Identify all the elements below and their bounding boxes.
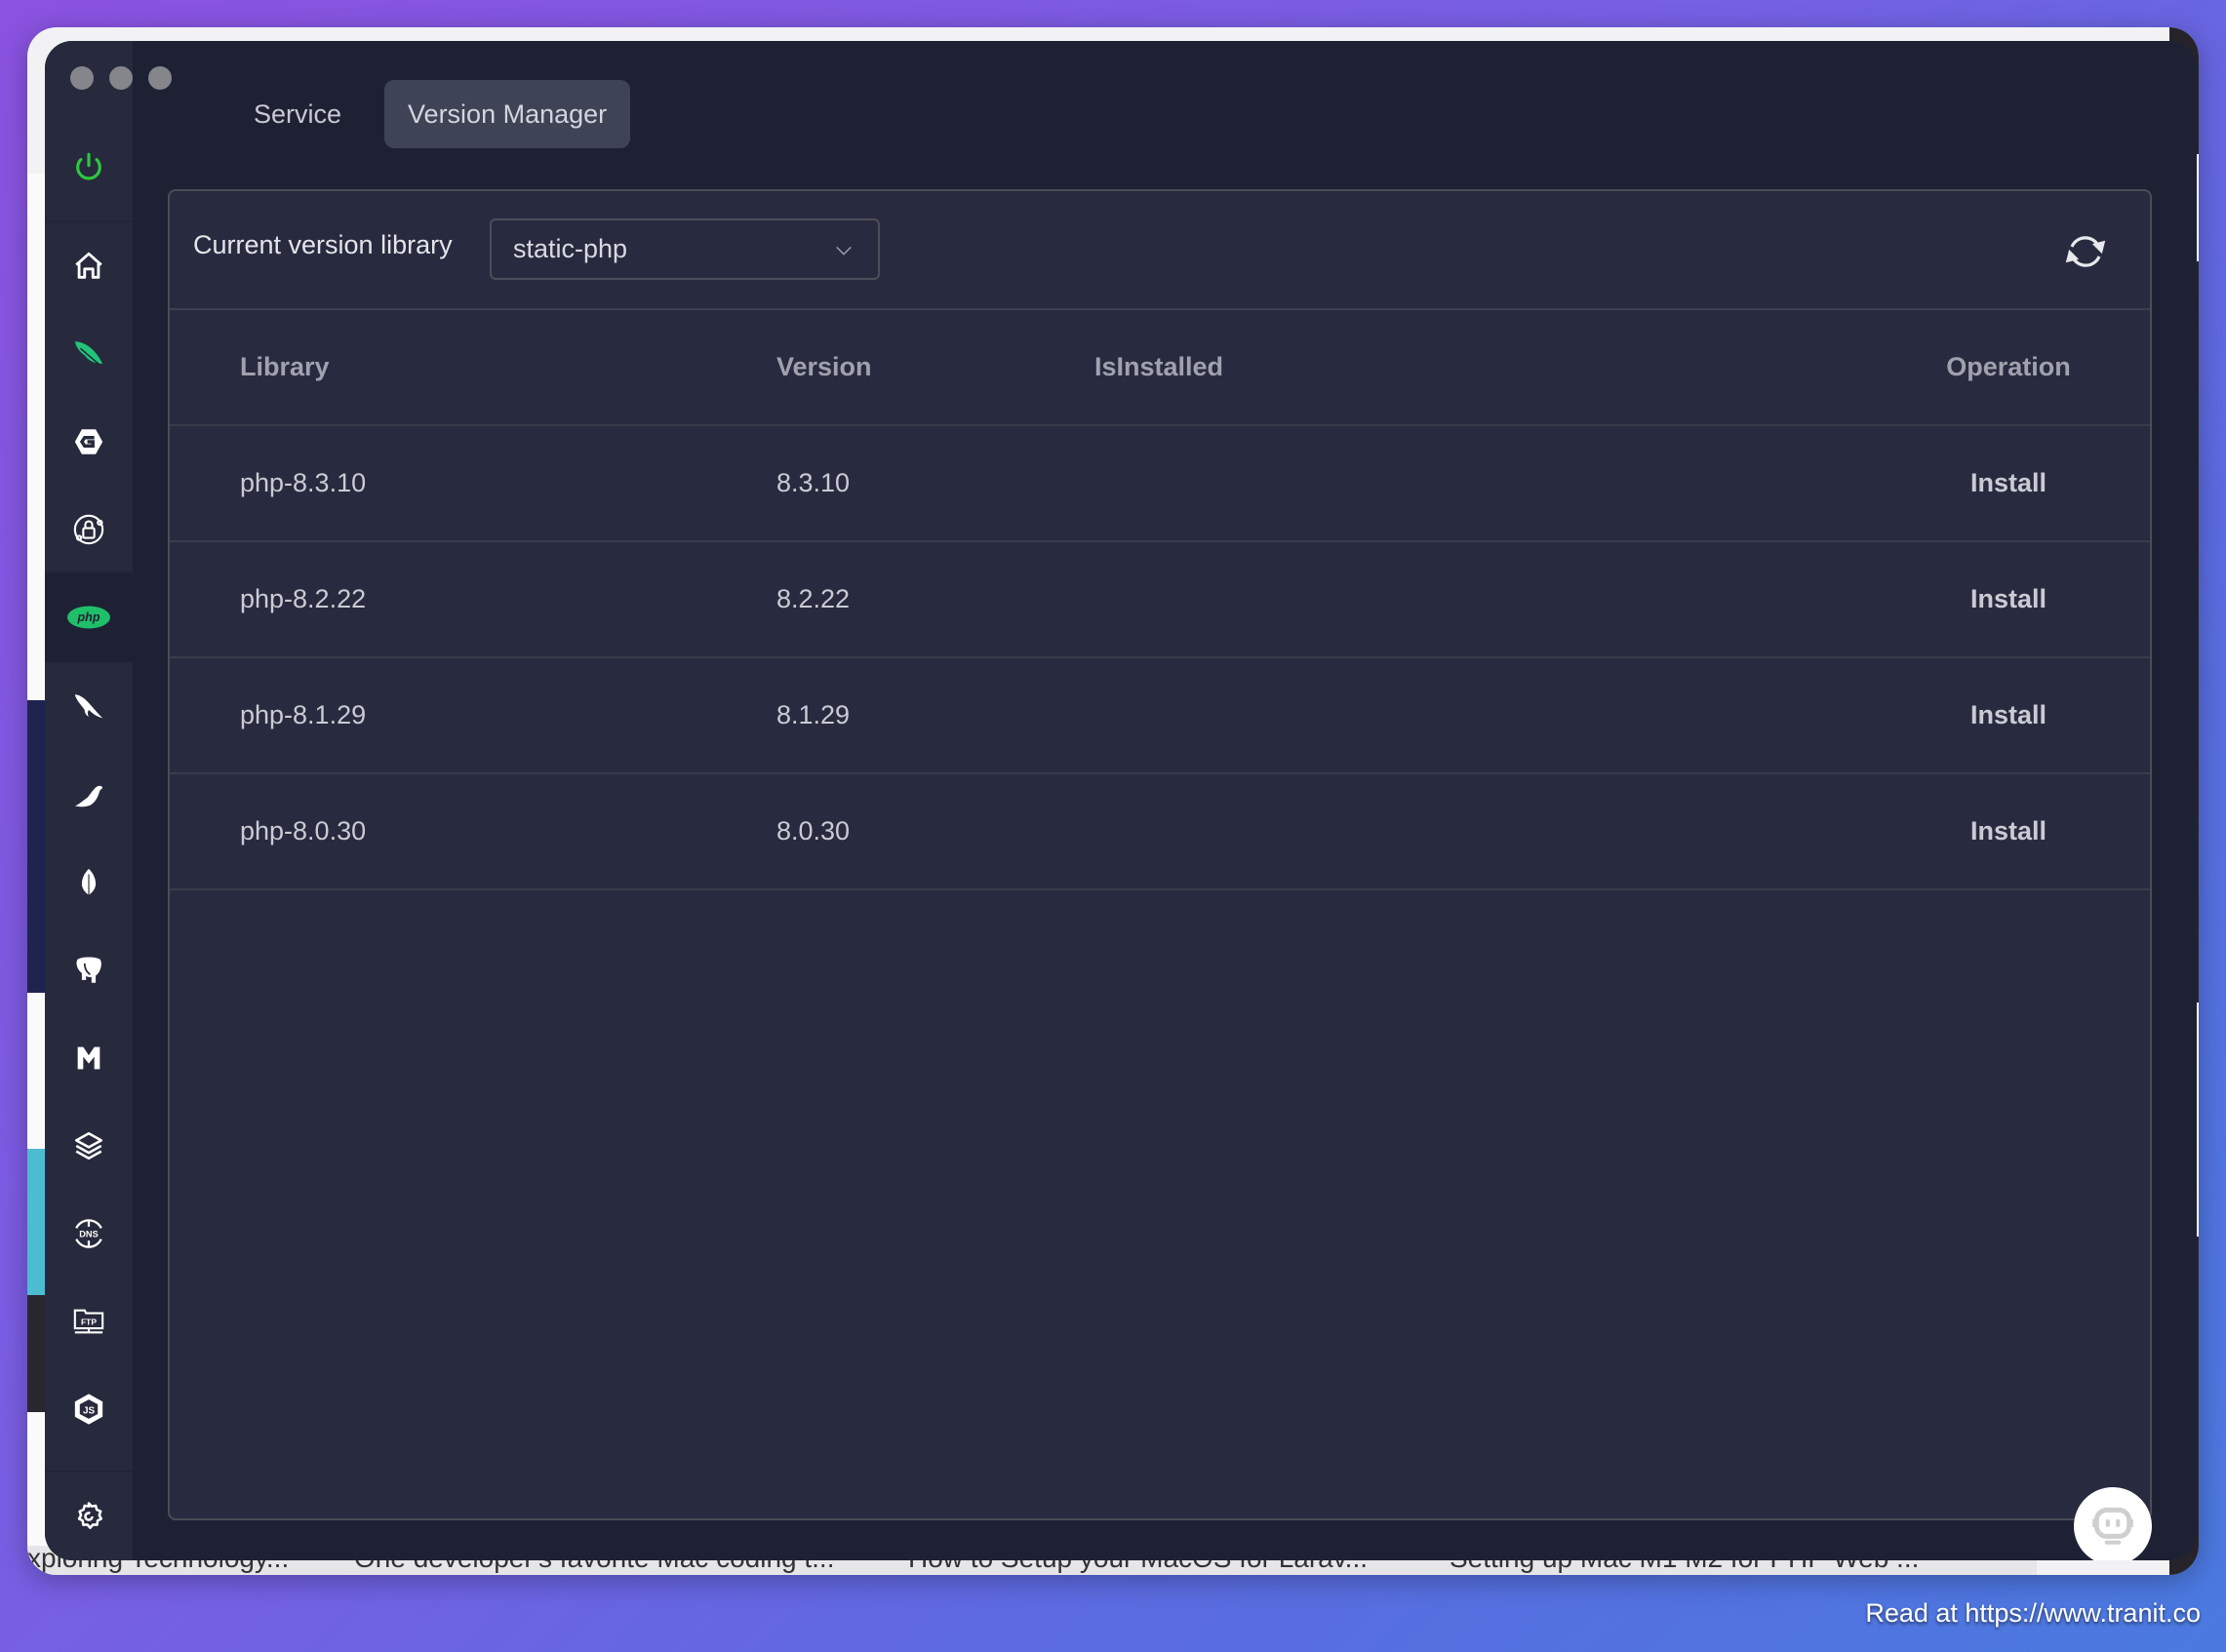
close-window-button[interactable]: [70, 66, 94, 90]
sidebar-item-ssl[interactable]: [45, 486, 133, 573]
sidebar-item-settings[interactable]: [45, 1473, 133, 1560]
seal-icon: [74, 785, 103, 807]
sidebar-item-ftp[interactable]: FTP: [45, 1278, 133, 1365]
column-header-version: Version: [776, 352, 872, 381]
version-library-select[interactable]: static-php: [490, 218, 880, 280]
svg-text:FTP: FTP: [81, 1318, 97, 1327]
svg-text:php: php: [77, 610, 100, 624]
tab-bar: Service Version Manager: [230, 80, 631, 148]
tab-version-manager[interactable]: Version Manager: [384, 80, 631, 148]
install-button[interactable]: Install: [1926, 774, 2091, 888]
version-manager-panel: Current version library static-php Libra…: [168, 189, 2152, 1520]
sidebar-item-dns[interactable]: DNS: [45, 1190, 133, 1278]
library-cell: php-8.0.30: [240, 816, 367, 846]
column-header-operation: Operation: [1946, 352, 2071, 381]
leaf-icon: [81, 868, 97, 897]
refresh-icon[interactable]: [2062, 228, 2109, 275]
sidebar-item-mongodb[interactable]: [45, 839, 133, 926]
ftp-icon: FTP: [73, 1309, 104, 1334]
svg-text:DNS: DNS: [79, 1230, 98, 1239]
version-cell: 8.1.29: [776, 700, 851, 729]
library-cell: php-8.3.10: [240, 468, 367, 497]
nodejs-icon: JS: [74, 1394, 103, 1425]
sidebar-item-postgresql[interactable]: [45, 926, 133, 1014]
version-cell: 8.3.10: [776, 468, 851, 497]
assistant-button[interactable]: [2074, 1487, 2152, 1560]
table-row: php-8.0.30 8.0.30 Install: [170, 774, 2150, 890]
minimize-window-button[interactable]: [109, 66, 133, 90]
feather-icon: [74, 341, 103, 366]
watermark-text: Read at https://www.tranit.co: [1865, 1598, 2201, 1628]
sidebar-item-g[interactable]: [45, 398, 133, 486]
table-row: php-8.2.22 8.2.22 Install: [170, 542, 2150, 658]
sidebar-item-power[interactable]: [45, 123, 133, 211]
table-row: php-8.3.10 8.3.10 Install: [170, 426, 2150, 542]
dns-icon: DNS: [75, 1219, 102, 1248]
install-button[interactable]: Install: [1926, 658, 2091, 772]
version-library-label: Current version library: [193, 230, 453, 259]
elephant-icon: [76, 957, 101, 983]
version-cell: 8.2.22: [776, 584, 851, 613]
power-icon: [76, 152, 101, 180]
column-header-library: Library: [240, 352, 330, 381]
layers-icon: [74, 1131, 103, 1160]
m-icon: [77, 1046, 100, 1070]
sidebar-item-nodejs[interactable]: JS: [45, 1365, 133, 1453]
app-window: php DNS FTP JS Service Version Manager C…: [45, 41, 2197, 1560]
library-cell: php-8.2.22: [240, 584, 367, 613]
sidebar-item-mariadb[interactable]: [45, 751, 133, 839]
version-library-select-value: static-php: [513, 234, 628, 263]
window-controls: [70, 66, 172, 90]
versions-table: Library Version IsInstalled Operation ph…: [170, 310, 2150, 890]
version-cell: 8.0.30: [776, 816, 851, 846]
column-header-isinstalled: IsInstalled: [1094, 352, 1224, 381]
sidebar-item-memcached[interactable]: [45, 1014, 133, 1102]
sidebar-item-mysql[interactable]: [45, 663, 133, 751]
g-hexagon-icon: [74, 429, 103, 454]
chevron-down-icon: [836, 246, 852, 256]
install-button[interactable]: Install: [1926, 542, 2091, 656]
sidebar-item-home[interactable]: [45, 222, 133, 310]
panel-toolbar: Current version library static-php: [170, 191, 2150, 310]
dolphin-icon: [74, 694, 103, 719]
robot-icon: [2092, 1507, 2133, 1545]
install-button[interactable]: Install: [1926, 426, 2091, 540]
table-header: Library Version IsInstalled Operation: [170, 310, 2150, 426]
sidebar-item-feather[interactable]: [45, 310, 133, 398]
home-icon: [75, 252, 102, 279]
svg-text:JS: JS: [83, 1405, 96, 1416]
sidebar: php DNS FTP JS: [45, 41, 172, 1560]
gear-icon: [77, 1502, 103, 1529]
library-cell: php-8.1.29: [240, 700, 367, 729]
table-row: php-8.1.29 8.1.29 Install: [170, 658, 2150, 774]
php-icon: php: [67, 606, 110, 629]
sidebar-item-php[interactable]: php: [45, 573, 133, 661]
tab-service[interactable]: Service: [230, 80, 365, 148]
lock-network-icon: [73, 514, 104, 545]
zoom-window-button[interactable]: [148, 66, 172, 90]
sidebar-item-redis[interactable]: [45, 1102, 133, 1190]
